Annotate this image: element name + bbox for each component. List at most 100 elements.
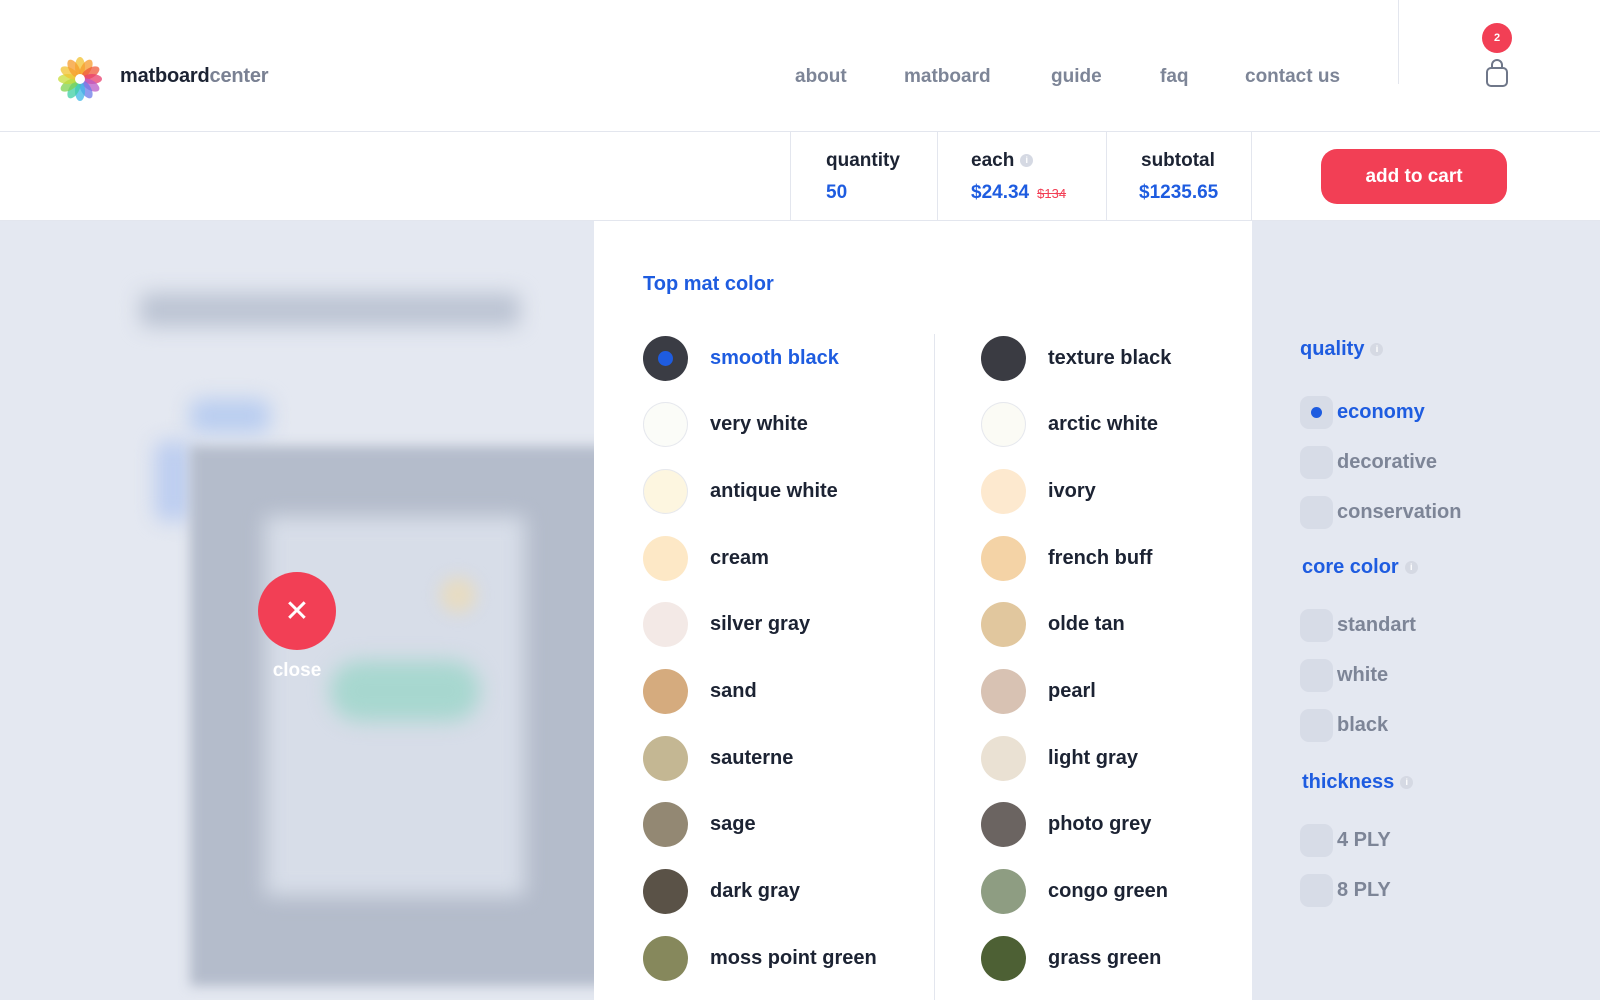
quality-info-icon[interactable]: i [1370, 343, 1384, 357]
quantity-value: 50 [826, 182, 848, 203]
color-option[interactable]: olde tan [981, 602, 1125, 648]
color-option-label: pearl [1048, 680, 1096, 702]
color-option-label: antique white [710, 479, 838, 502]
summary-divider [1251, 132, 1252, 220]
thickness-option[interactable]: 8 PLY [1300, 874, 1391, 907]
nav-matboard[interactable]: matboard [904, 66, 991, 88]
color-option[interactable]: antique white [643, 468, 838, 514]
color-option[interactable]: very white [643, 402, 808, 448]
quantity-cell[interactable]: quantity 50 [790, 132, 938, 220]
color-option-label: french buff [1048, 546, 1153, 569]
nav-faq[interactable]: faq [1160, 66, 1189, 88]
color-option-label: very white [710, 413, 808, 436]
color-option-label: ivory [1048, 479, 1096, 502]
color-swatch [643, 869, 688, 915]
core-color-title-text: core color [1302, 556, 1399, 578]
color-option[interactable]: pearl [981, 669, 1096, 715]
nav-about[interactable]: about [795, 66, 847, 88]
thickness-option[interactable]: 4 PLY [1300, 824, 1391, 857]
blurred-button [330, 661, 480, 721]
color-swatch [981, 335, 1026, 381]
thickness-info-icon[interactable]: i [1400, 776, 1414, 790]
nav-guide[interactable]: guide [1051, 66, 1102, 88]
nav-contact-us[interactable]: contact us [1245, 66, 1340, 88]
each-price: $24.34 [971, 182, 1030, 203]
color-swatch [981, 935, 1026, 981]
color-option[interactable]: light gray [981, 735, 1138, 781]
each-old-price: $134 [1037, 186, 1067, 201]
mat-options-sidebar: quality i economy decorative conservation c… [1252, 221, 1600, 1000]
color-swatch [981, 669, 1026, 714]
color-option-label: smooth black [710, 346, 839, 369]
color-option[interactable]: sand [643, 669, 757, 715]
color-option[interactable]: french buff [981, 535, 1152, 581]
add-to-cart-button[interactable]: add to cart [1321, 149, 1507, 204]
color-swatch [981, 735, 1026, 781]
color-option[interactable]: ivory [981, 468, 1096, 514]
each-info-icon[interactable]: i [1020, 154, 1034, 168]
radio-box [1300, 659, 1333, 692]
radio-box [1300, 824, 1333, 857]
core-color-option[interactable]: white [1300, 659, 1388, 692]
color-option[interactable]: sauterne [643, 735, 793, 781]
color-option[interactable]: moss point green [643, 935, 877, 981]
each-label-text: each [971, 150, 1015, 171]
color-swatch [643, 402, 688, 448]
brand-name[interactable]: matboardcenter [120, 65, 269, 88]
brand-name-light: center [209, 65, 269, 87]
panel-title: Top mat color [643, 273, 774, 295]
thickness-title: thickness i [1302, 771, 1414, 794]
brand-name-bold: matboard [120, 65, 210, 87]
color-option[interactable]: sage [643, 802, 756, 848]
color-swatch [981, 468, 1026, 514]
cart-count-badge: 2 [1482, 23, 1512, 53]
blurred-element [155, 441, 191, 521]
core-color-option-label: standart [1337, 614, 1416, 636]
subtotal-cell: subtotal $1235.65 [1106, 132, 1252, 220]
color-option-label: sage [710, 813, 756, 836]
radio-box [1300, 396, 1333, 429]
each-price-cell: each i $24.34 $134 [937, 132, 1107, 220]
selected-indicator [1311, 407, 1322, 418]
color-option[interactable]: arctic white [981, 402, 1158, 448]
core-color-option[interactable]: standart [1300, 609, 1416, 642]
core-color-option[interactable]: black [1300, 709, 1388, 742]
column-divider [934, 334, 935, 1000]
color-option[interactable]: congo green [981, 869, 1168, 915]
close-icon: ✕ [284, 594, 310, 628]
color-swatch [981, 802, 1026, 848]
color-option-label: photo grey [1048, 813, 1152, 836]
color-option-label: dark gray [710, 880, 801, 903]
radio-box [1300, 446, 1333, 479]
color-swatch [643, 669, 688, 714]
close-label[interactable]: close [258, 660, 336, 682]
color-option[interactable]: dark gray [643, 869, 800, 915]
shopping-bag-icon[interactable] [1484, 58, 1510, 90]
core-color-info-icon[interactable]: i [1404, 561, 1418, 575]
color-option[interactable]: silver gray [643, 602, 810, 648]
color-option-label: texture black [1048, 346, 1172, 369]
quality-option[interactable]: decorative [1300, 446, 1437, 479]
color-swatch [643, 802, 688, 848]
core-color-title: core color i [1302, 556, 1418, 579]
color-swatch [643, 602, 688, 648]
color-option[interactable]: cream [643, 535, 769, 581]
quality-title-text: quality [1300, 338, 1365, 360]
selected-indicator [658, 350, 673, 366]
color-swatch [643, 468, 688, 514]
color-option[interactable]: smooth black [643, 335, 839, 381]
quality-option-label: conservation [1337, 501, 1462, 523]
radio-box [1300, 874, 1333, 907]
close-button[interactable]: ✕ [258, 572, 336, 650]
color-option[interactable]: texture black [981, 335, 1171, 381]
quality-option[interactable]: conservation [1300, 496, 1461, 529]
header-divider [1398, 0, 1399, 84]
quality-option[interactable]: economy [1300, 396, 1425, 429]
radio-box [1300, 709, 1333, 742]
core-color-option-label: black [1337, 714, 1389, 736]
quantity-label: quantity [826, 150, 900, 171]
color-option[interactable]: photo grey [981, 802, 1151, 848]
logo-flower-icon[interactable] [57, 56, 103, 102]
color-option[interactable]: grass green [981, 935, 1161, 981]
color-option-label: moss point green [710, 946, 877, 969]
